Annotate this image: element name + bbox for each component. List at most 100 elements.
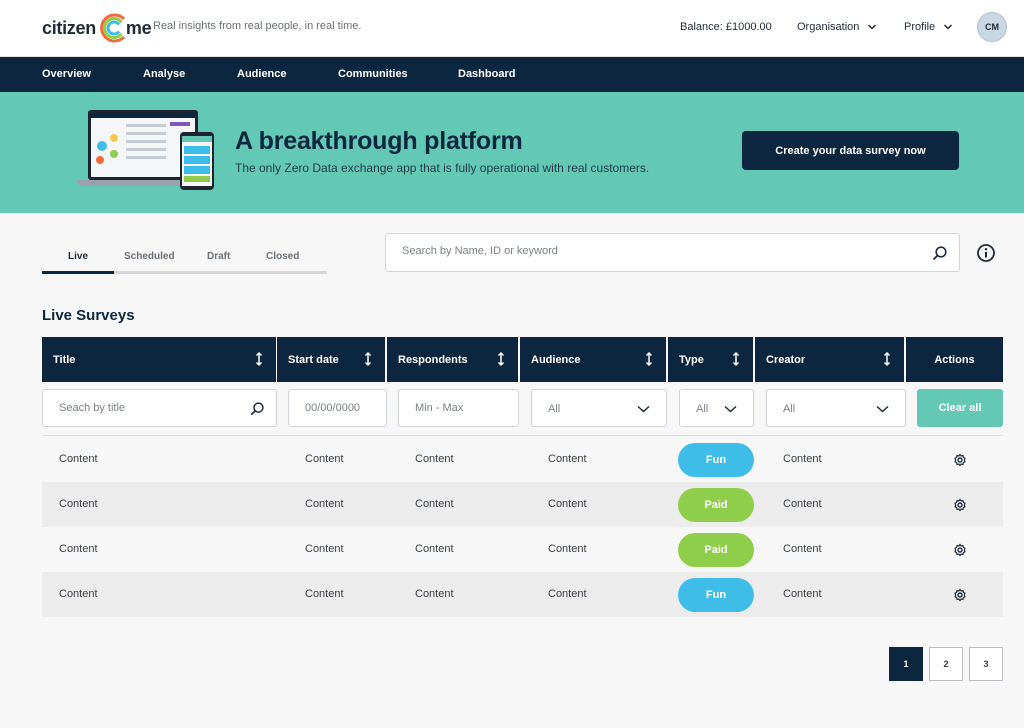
type-filter-select[interactable]: All [679,389,754,427]
organisation-label: Organisation [797,21,860,33]
sort-icon [364,352,372,366]
banner-title: A breakthrough platform [235,127,523,155]
cell-audience: Content [548,498,587,510]
chevron-down-icon [876,405,889,413]
sort-icon [645,352,653,366]
table-row[interactable]: Content Content Content Content Paid Con… [42,527,1003,572]
sort-icon [732,352,740,366]
column-header-creator[interactable]: Creator [755,337,904,382]
cell-start-date: Content [305,498,344,510]
cell-start-date: Content [305,543,344,555]
column-header-label: Title [53,353,76,366]
logo-text-left: citizen [42,17,96,38]
cell-creator: Content [783,453,822,465]
search-icon[interactable] [932,245,948,261]
chevron-down-icon [637,405,650,413]
profile-dropdown[interactable]: Profile [904,21,953,33]
page-button-2[interactable]: 2 [929,647,963,681]
table-divider [42,435,1003,436]
cell-creator: Content [783,498,822,510]
banner-subtitle: The only Zero Data exchange app that is … [235,161,650,175]
audience-filter-value: All [548,403,561,415]
sort-icon [497,352,505,366]
column-header-audience[interactable]: Audience [520,337,666,382]
cell-audience: Content [548,453,587,465]
cell-title: Content [59,498,98,510]
column-header-start-date[interactable]: Start date [277,337,385,382]
info-icon[interactable] [976,243,996,263]
settings-gear-icon[interactable] [953,453,967,467]
column-header-actions: Actions [906,337,1003,382]
nav-communities[interactable]: Communities [338,68,408,80]
column-header-respondents[interactable]: Respondents [387,337,518,382]
chevron-down-icon [944,24,953,30]
table-row[interactable]: Content Content Content Content Paid Con… [42,482,1003,527]
page-button-1[interactable]: 1 [889,647,923,681]
cell-title: Content [59,543,98,555]
date-filter-input[interactable] [305,402,380,414]
citizenme-logo[interactable]: citizen me [42,11,152,45]
cell-title: Content [59,453,98,465]
organisation-dropdown[interactable]: Organisation [797,21,877,33]
cell-start-date: Content [305,453,344,465]
main-nav: Overview Analyse Audience Communities Da… [0,57,1024,92]
settings-gear-icon[interactable] [953,498,967,512]
cell-respondents: Content [415,588,454,600]
chevron-down-icon [868,24,877,30]
cell-respondents: Content [415,498,454,510]
tab-closed[interactable]: Closed [266,251,299,262]
column-header-label: Type [679,353,704,366]
settings-gear-icon[interactable] [953,543,967,557]
creator-filter-value: All [783,403,796,415]
survey-status-tabs: Live Scheduled Draft Closed [42,245,327,274]
profile-label: Profile [904,21,936,33]
respondents-filter [398,389,519,427]
logo-text-right: me [125,17,152,38]
column-header-label: Respondents [398,353,468,366]
title-filter-input[interactable] [59,402,209,414]
sort-icon [883,352,891,366]
start-date-filter [288,389,387,427]
search-icon[interactable] [250,401,265,416]
tagline: Real insights from real people, in real … [153,20,362,32]
title-filter [42,389,277,427]
nav-analyse[interactable]: Analyse [143,68,185,80]
column-header-label: Start date [288,353,339,366]
audience-filter-select[interactable]: All [531,389,667,427]
creator-filter-select[interactable]: All [766,389,906,427]
avatar[interactable]: CM [977,12,1007,42]
tab-scheduled[interactable]: Scheduled [124,251,175,262]
column-header-label: Audience [531,353,581,366]
table-row[interactable]: Content Content Content Content Fun Cont… [42,437,1003,482]
table-row[interactable]: Content Content Content Content Fun Cont… [42,572,1003,617]
nav-overview[interactable]: Overview [42,68,91,80]
column-header-label: Actions [934,353,975,366]
clear-all-button[interactable]: Clear all [917,389,1003,427]
cell-audience: Content [548,588,587,600]
cell-title: Content [59,588,98,600]
promo-banner: A breakthrough platform The only Zero Da… [0,92,1024,213]
section-title: Live Surveys [42,307,135,324]
tab-live[interactable]: Live [68,251,88,262]
cell-audience: Content [548,543,587,555]
search-input[interactable] [402,245,902,257]
devices-illustration [76,110,214,190]
balance-display: Balance: £1000.00 [680,21,772,33]
settings-gear-icon[interactable] [953,588,967,602]
respondents-range-input[interactable] [415,402,510,414]
cell-creator: Content [783,588,822,600]
nav-audience[interactable]: Audience [237,68,287,80]
cell-respondents: Content [415,543,454,555]
column-header-title[interactable]: Title [42,337,276,382]
type-badge-paid: Paid [678,488,754,522]
cell-creator: Content [783,543,822,555]
nav-dashboard[interactable]: Dashboard [458,68,515,80]
table-header: Title Start date Respondents Audience Ty… [42,337,1003,382]
create-survey-button[interactable]: Create your data survey now [742,131,959,170]
type-badge-fun: Fun [678,578,754,612]
page-button-3[interactable]: 3 [969,647,1003,681]
tab-draft[interactable]: Draft [207,251,230,262]
active-tab-indicator [42,271,114,274]
type-badge-paid: Paid [678,533,754,567]
column-header-type[interactable]: Type [668,337,753,382]
